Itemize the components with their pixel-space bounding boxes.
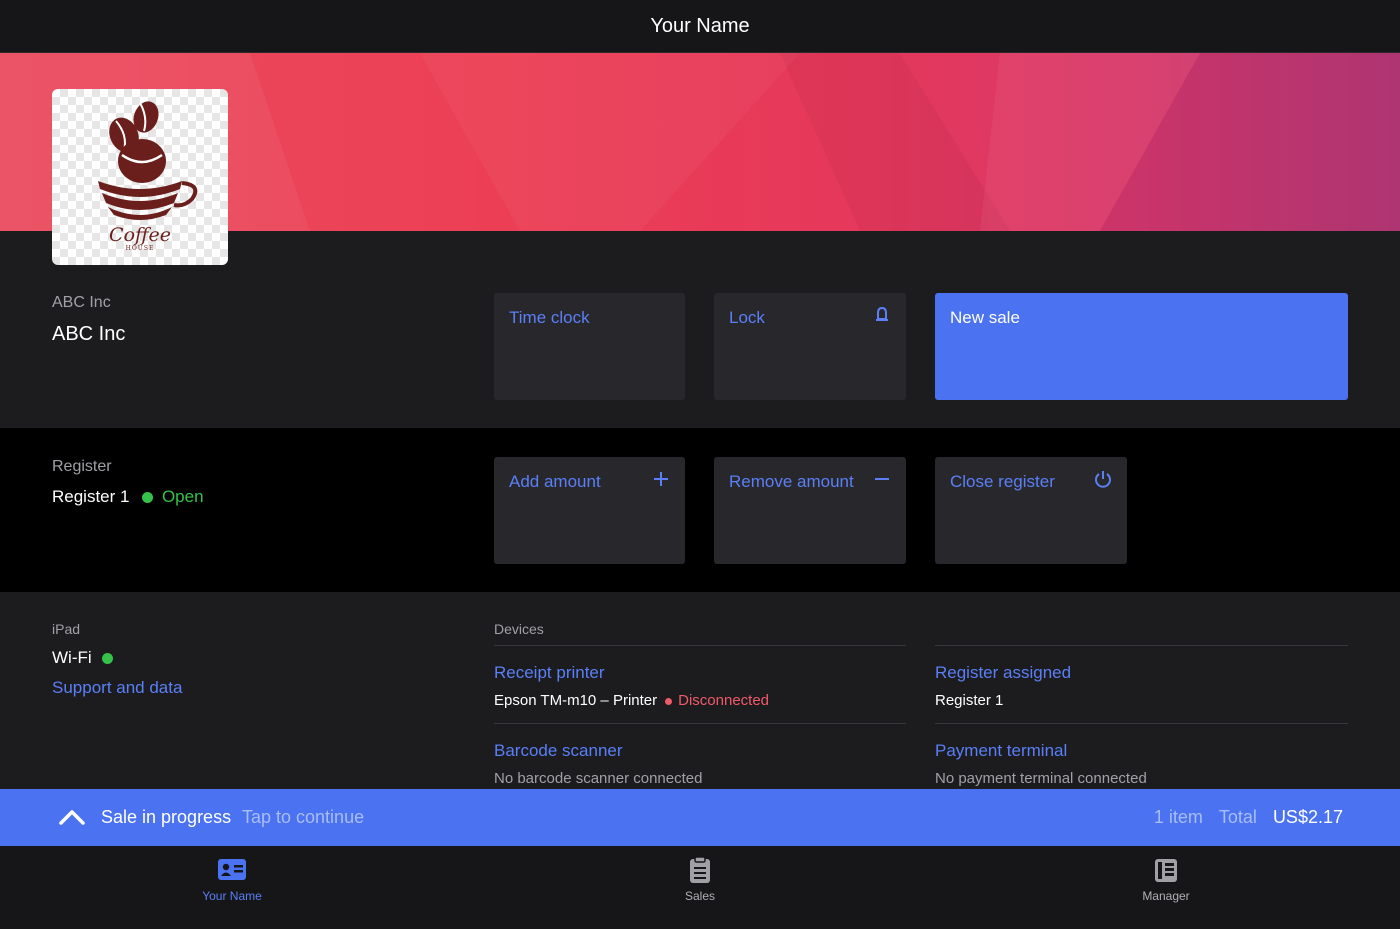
sale-total-value: US$2.17 bbox=[1272, 807, 1343, 827]
wifi-status-dot bbox=[102, 653, 114, 665]
sale-item-count: 1 item bbox=[1153, 807, 1203, 827]
ledger-icon bbox=[1155, 859, 1177, 882]
new-sale-label: New sale bbox=[950, 308, 1020, 327]
register-name: Register 1 bbox=[52, 487, 130, 506]
remove-amount-label: Remove amount bbox=[729, 472, 854, 491]
lock-button[interactable]: Lock bbox=[714, 293, 906, 400]
tab-sales[interactable]: Sales bbox=[600, 846, 800, 929]
sale-summary: 1 item Total US$2.17 bbox=[1154, 807, 1343, 828]
sale-in-progress-bar[interactable]: Sale in progress Tap to continue 1 item … bbox=[0, 789, 1400, 846]
register-status: Open bbox=[161, 487, 204, 506]
payment-terminal-link[interactable]: Payment terminal bbox=[935, 741, 1067, 761]
payment-terminal-value: No payment terminal connected bbox=[935, 770, 1147, 787]
receipt-printer-device: Epson TM-m10 – Printer bbox=[494, 692, 658, 709]
divider bbox=[935, 645, 1348, 646]
tab-manager[interactable]: Manager bbox=[1066, 846, 1266, 929]
clipboard-icon bbox=[690, 856, 710, 883]
receipt-printer-status: Disconnected bbox=[678, 692, 770, 709]
register-assigned-value: Register 1 bbox=[935, 692, 1004, 709]
sale-total-label: Total bbox=[1218, 807, 1257, 827]
minus-icon bbox=[875, 478, 889, 480]
support-and-data-link[interactable]: Support and data bbox=[52, 678, 182, 698]
open-status-dot bbox=[142, 492, 154, 504]
close-register-label: Close register bbox=[950, 472, 1055, 491]
tab-label: Your Name bbox=[202, 889, 262, 903]
barcode-scanner-value: No barcode scanner connected bbox=[494, 770, 703, 787]
tab-label: Sales bbox=[684, 889, 716, 903]
new-sale-button[interactable]: New sale bbox=[935, 293, 1348, 400]
time-clock-label: Time clock bbox=[509, 308, 590, 327]
add-amount-button[interactable]: Add amount bbox=[494, 457, 685, 564]
remove-amount-button[interactable]: Remove amount bbox=[714, 457, 906, 564]
company-label: ABC Inc bbox=[52, 294, 111, 311]
logo-text: Coffee bbox=[109, 224, 171, 246]
divider bbox=[935, 723, 1348, 724]
sale-title: Sale in progress bbox=[101, 807, 232, 827]
devices-heading: Devices bbox=[494, 621, 544, 637]
logo-subtext: HOUSE bbox=[125, 245, 155, 252]
barcode-scanner-link[interactable]: Barcode scanner bbox=[494, 741, 623, 761]
add-amount-label: Add amount bbox=[509, 472, 601, 491]
receipt-printer-link[interactable]: Receipt printer bbox=[494, 663, 605, 683]
bell-icon bbox=[876, 306, 888, 321]
power-icon bbox=[1095, 471, 1111, 488]
company-name: ABC Inc bbox=[52, 323, 126, 345]
register-assigned-link[interactable]: Register assigned bbox=[935, 663, 1071, 683]
divider bbox=[494, 723, 906, 724]
close-register-button[interactable]: Close register bbox=[935, 457, 1127, 564]
company-logo: Coffee HOUSE bbox=[52, 89, 228, 265]
plus-icon bbox=[654, 472, 668, 486]
top-bar: Your Name bbox=[0, 0, 1400, 53]
divider bbox=[494, 645, 906, 646]
lock-label: Lock bbox=[729, 308, 765, 327]
tab-label: Manager bbox=[1142, 889, 1190, 903]
disconnected-dot bbox=[665, 697, 673, 705]
tab-bar: Your Name Sales Manager bbox=[0, 846, 1400, 929]
device-label: iPad bbox=[52, 621, 81, 637]
chevron-up-icon[interactable] bbox=[58, 807, 86, 827]
time-clock-button[interactable]: Time clock bbox=[494, 293, 685, 400]
sale-hint: Tap to continue bbox=[242, 807, 365, 827]
register-label: Register bbox=[52, 458, 112, 475]
wifi-label: Wi-Fi bbox=[52, 648, 92, 667]
register-section: Register Register 1 Open Add amount Remo… bbox=[0, 428, 1400, 592]
id-card-icon bbox=[218, 859, 246, 880]
device-section: iPad Wi-Fi Support and data Devices Rece… bbox=[0, 592, 1400, 789]
page-title: Your Name bbox=[650, 14, 750, 37]
receipt-printer-status-row: Epson TM-m10 – Printer Disconnected bbox=[494, 692, 769, 709]
register-status-row: Register 1 Open bbox=[52, 487, 204, 507]
tab-your-name[interactable]: Your Name bbox=[132, 846, 332, 929]
wifi-status-row: Wi-Fi bbox=[52, 648, 114, 668]
